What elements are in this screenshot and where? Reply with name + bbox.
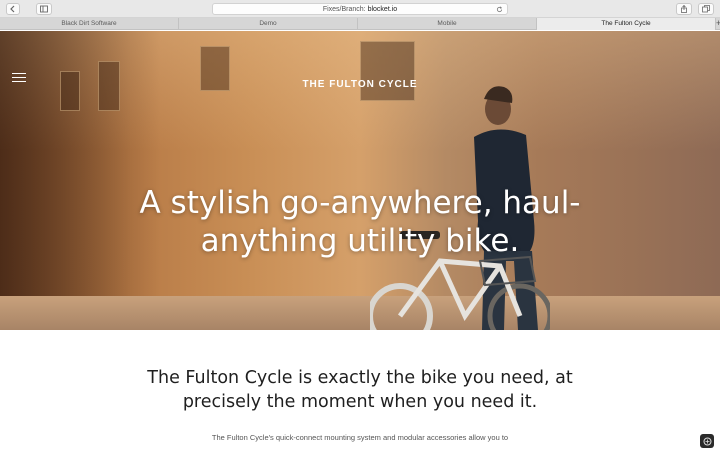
tab-the-fulton-cycle[interactable]: The Fulton Cycle — [537, 18, 716, 30]
shed-window — [60, 71, 80, 111]
chevron-left-icon — [10, 5, 15, 13]
sidebar-icon — [40, 5, 48, 13]
tabs-overview-button[interactable] — [698, 3, 714, 15]
hero-ground — [0, 296, 720, 330]
address-bar[interactable]: Fixes/Branch: blocket.io — [212, 3, 508, 15]
corner-widget-button[interactable] — [700, 434, 714, 448]
browser-toolbar: Fixes/Branch: blocket.io — [0, 0, 720, 18]
share-icon — [681, 5, 687, 13]
url-host: blocket.io — [367, 6, 398, 13]
back-button[interactable] — [6, 3, 20, 15]
hero-section: THE FULTON CYCLE A stylish go-anywhere, … — [0, 31, 720, 330]
url-prefix: Fixes/Branch: — [322, 6, 366, 13]
share-button[interactable] — [676, 3, 692, 15]
tab-mobile[interactable]: Mobile — [358, 18, 537, 30]
content-paragraph: The Fulton Cycle's quick-connect mountin… — [211, 433, 509, 442]
bug-icon — [703, 437, 711, 445]
content-heading: The Fulton Cycle is exactly the bike you… — [147, 368, 573, 412]
tab-black-dirt-software[interactable]: Black Dirt Software — [0, 18, 179, 30]
tab-demo[interactable]: Demo — [179, 18, 358, 30]
tab-bar: Black Dirt Software Demo Mobile The Fult… — [0, 18, 720, 30]
hero-headline: A stylish go-anywhere, haul-anything uti… — [139, 185, 581, 259]
shed-window — [360, 41, 415, 101]
reload-icon[interactable] — [496, 6, 503, 13]
tabs-icon — [702, 5, 710, 13]
hamburger-menu-icon — [12, 73, 26, 75]
sidebar-button[interactable] — [36, 3, 52, 15]
site-logo[interactable]: THE FULTON CYCLE — [0, 79, 720, 90]
new-tab-button[interactable]: + — [716, 18, 720, 30]
